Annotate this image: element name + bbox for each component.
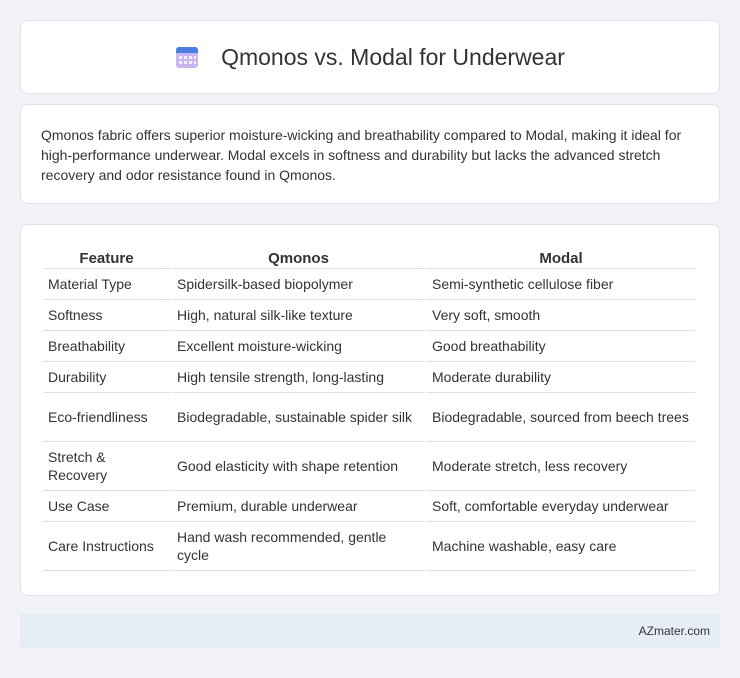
feature-cell: Durability bbox=[43, 362, 170, 393]
table-row: Eco-friendliness Biodegradable, sustaina… bbox=[43, 393, 695, 442]
calendar-icon bbox=[175, 45, 199, 69]
feature-cell: Material Type bbox=[43, 269, 170, 300]
modal-cell: Machine washable, easy care bbox=[427, 522, 695, 571]
qmonos-cell: Excellent moisture-wicking bbox=[172, 331, 425, 362]
table-row: Material Type Spidersilk-based biopolyme… bbox=[43, 269, 695, 300]
column-header-qmonos: Qmonos bbox=[172, 245, 425, 269]
qmonos-cell: Good elasticity with shape retention bbox=[172, 442, 425, 491]
modal-cell: Good breathability bbox=[427, 331, 695, 362]
qmonos-cell: Spidersilk-based biopolymer bbox=[172, 269, 425, 300]
qmonos-cell: Premium, durable underwear bbox=[172, 491, 425, 522]
footer-site-link[interactable]: AZmater.com bbox=[639, 624, 710, 638]
modal-cell: Semi-synthetic cellulose fiber bbox=[427, 269, 695, 300]
modal-cell: Moderate durability bbox=[427, 362, 695, 393]
modal-cell: Moderate stretch, less recovery bbox=[427, 442, 695, 491]
qmonos-cell: Biodegradable, sustainable spider silk bbox=[172, 393, 425, 442]
feature-cell: Stretch & Recovery bbox=[43, 442, 170, 491]
qmonos-cell: High tensile strength, long-lasting bbox=[172, 362, 425, 393]
column-header-feature: Feature bbox=[43, 245, 170, 269]
feature-cell: Care Instructions bbox=[43, 522, 170, 571]
modal-cell: Soft, comfortable everyday underwear bbox=[427, 491, 695, 522]
table-row: Stretch & Recovery Good elasticity with … bbox=[43, 442, 695, 491]
table-row: Care Instructions Hand wash recommended,… bbox=[43, 522, 695, 571]
page-title: Qmonos vs. Modal for Underwear bbox=[221, 43, 565, 70]
feature-cell: Softness bbox=[43, 300, 170, 331]
title-card: Qmonos vs. Modal for Underwear bbox=[20, 20, 720, 94]
table-row: Softness High, natural silk-like texture… bbox=[43, 300, 695, 331]
table-row: Breathability Excellent moisture-wicking… bbox=[43, 331, 695, 362]
feature-cell: Breathability bbox=[43, 331, 170, 362]
qmonos-cell: High, natural silk-like texture bbox=[172, 300, 425, 331]
feature-cell: Eco-friendliness bbox=[43, 393, 170, 442]
comparison-table: Feature Qmonos Modal Material Type Spide… bbox=[41, 245, 697, 571]
footer: AZmater.com bbox=[20, 614, 720, 648]
summary-text: Qmonos fabric offers superior moisture-w… bbox=[41, 127, 682, 183]
summary-card: Qmonos fabric offers superior moisture-w… bbox=[20, 104, 720, 204]
modal-cell: Biodegradable, sourced from beech trees bbox=[427, 393, 695, 442]
feature-cell: Use Case bbox=[43, 491, 170, 522]
table-card: Feature Qmonos Modal Material Type Spide… bbox=[20, 224, 720, 596]
title-wrap: Qmonos vs. Modal for Underwear bbox=[175, 44, 565, 71]
column-header-modal: Modal bbox=[427, 245, 695, 269]
table-row: Durability High tensile strength, long-l… bbox=[43, 362, 695, 393]
qmonos-cell: Hand wash recommended, gentle cycle bbox=[172, 522, 425, 571]
modal-cell: Very soft, smooth bbox=[427, 300, 695, 331]
table-header-row: Feature Qmonos Modal bbox=[43, 245, 695, 269]
table-row: Use Case Premium, durable underwear Soft… bbox=[43, 491, 695, 522]
